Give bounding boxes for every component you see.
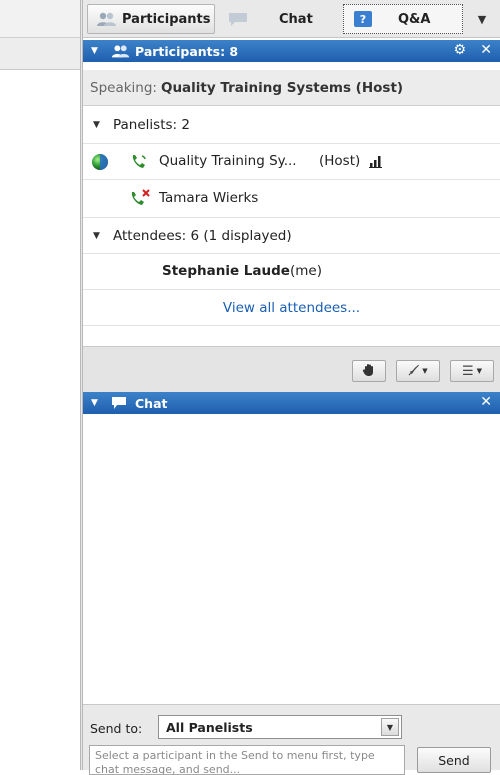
participants-icon: [111, 43, 131, 59]
hand-icon: [362, 363, 376, 380]
view-all-attendees-link[interactable]: View all attendees...: [223, 300, 360, 316]
checkmark-icon: ✓̸: [408, 363, 420, 379]
send-button[interactable]: Send: [417, 747, 491, 773]
attendee-name: Stephanie Laude: [162, 263, 290, 279]
send-to-value: All Panelists: [166, 719, 253, 735]
chat-title: Chat: [135, 395, 168, 411]
participants-title: Participants: 8: [135, 43, 239, 59]
list-item[interactable]: Quality Training Sy... (Host): [83, 144, 500, 180]
list-options-button[interactable]: ☰ ▼: [450, 360, 494, 382]
chevron-down-icon: ▼: [477, 12, 487, 26]
list-item[interactable]: Tamara Wierks: [83, 180, 500, 218]
feedback-button[interactable]: ✓̸ ▼: [396, 360, 440, 382]
collapse-triangle-icon[interactable]: ▼: [91, 398, 105, 408]
tab-qa[interactable]: ? Q&A: [343, 4, 463, 34]
tab-overflow-menu[interactable]: ▼: [471, 10, 493, 28]
close-icon[interactable]: ✕: [480, 394, 492, 410]
chat-compose-bar: Send to: All Panelists ▼ Select a partic…: [83, 704, 500, 775]
phone-disconnected-icon: [129, 188, 151, 208]
chat-message-area[interactable]: [83, 414, 500, 704]
chat-bubble-icon: [111, 395, 131, 411]
participants-toolbar: ✓̸ ▼ ☰ ▼: [83, 346, 500, 392]
chevron-down-icon[interactable]: ▼: [381, 718, 399, 736]
chat-message-placeholder: Select a participant in the Send to menu…: [95, 749, 375, 775]
left-pane: [0, 0, 80, 770]
chevron-down-icon: ▼: [422, 367, 428, 375]
tab-qa-label: Q&A: [398, 11, 431, 27]
list-item[interactable]: Stephanie Laude (me): [83, 254, 500, 290]
attendee-suffix: (me): [290, 263, 322, 279]
chat-message-input[interactable]: Select a participant in the Send to menu…: [89, 745, 405, 775]
speaking-indicator: Speaking: Quality Training Systems (Host…: [83, 70, 500, 106]
left-header-bar: [0, 38, 80, 70]
list-icon: ☰: [461, 363, 474, 379]
participants-icon: [96, 11, 118, 27]
signal-bars-icon: [369, 154, 383, 168]
speaking-label: Speaking:: [90, 79, 157, 96]
attendees-header: Attendees: 6 (1 displayed): [113, 227, 292, 244]
gear-icon[interactable]: ⚙: [453, 42, 466, 58]
panelists-group-header[interactable]: ▼ Panelists: 2: [83, 106, 500, 144]
send-to-label: Send to:: [90, 721, 143, 736]
tab-participants-label: Participants: [122, 11, 211, 27]
chat-header[interactable]: ▼ Chat ✕: [83, 392, 500, 414]
collapse-triangle-icon[interactable]: ▼: [93, 231, 107, 241]
tab-participants[interactable]: Participants: [87, 4, 215, 34]
collapse-triangle-icon[interactable]: ▼: [91, 46, 105, 56]
send-to-select[interactable]: All Panelists ▼: [158, 715, 402, 739]
view-all-row: View all attendees...: [83, 290, 500, 326]
chevron-down-icon: ▼: [476, 367, 483, 375]
close-icon[interactable]: ✕: [480, 42, 492, 58]
panelist-role: (Host): [319, 153, 361, 169]
panel-tab-bar: Participants Chat ? Q&A ▼: [83, 0, 500, 38]
send-button-label: Send: [438, 752, 470, 768]
left-toolbar: [0, 0, 80, 38]
panelists-header: Panelists: 2: [113, 116, 190, 133]
panelist-name: Tamara Wierks: [159, 190, 259, 206]
panelist-name: Quality Training Sy...: [159, 153, 297, 169]
phone-icon: [129, 152, 149, 172]
chat-bubble-icon: [227, 11, 249, 27]
side-panel: Participants Chat ? Q&A ▼ ▼ Participants…: [83, 0, 500, 775]
attendees-group-header[interactable]: ▼ Attendees: 6 (1 displayed): [83, 218, 500, 254]
speaking-value: Quality Training Systems (Host): [160, 79, 404, 96]
tab-chat[interactable]: Chat: [219, 4, 339, 34]
globe-icon: [91, 153, 109, 171]
participants-header[interactable]: ▼ Participants: 8 ⚙ ✕: [83, 40, 500, 62]
tab-chat-label: Chat: [279, 11, 313, 27]
collapse-triangle-icon[interactable]: ▼: [93, 120, 107, 130]
question-icon: ?: [354, 11, 372, 27]
raise-hand-button[interactable]: [352, 360, 386, 382]
